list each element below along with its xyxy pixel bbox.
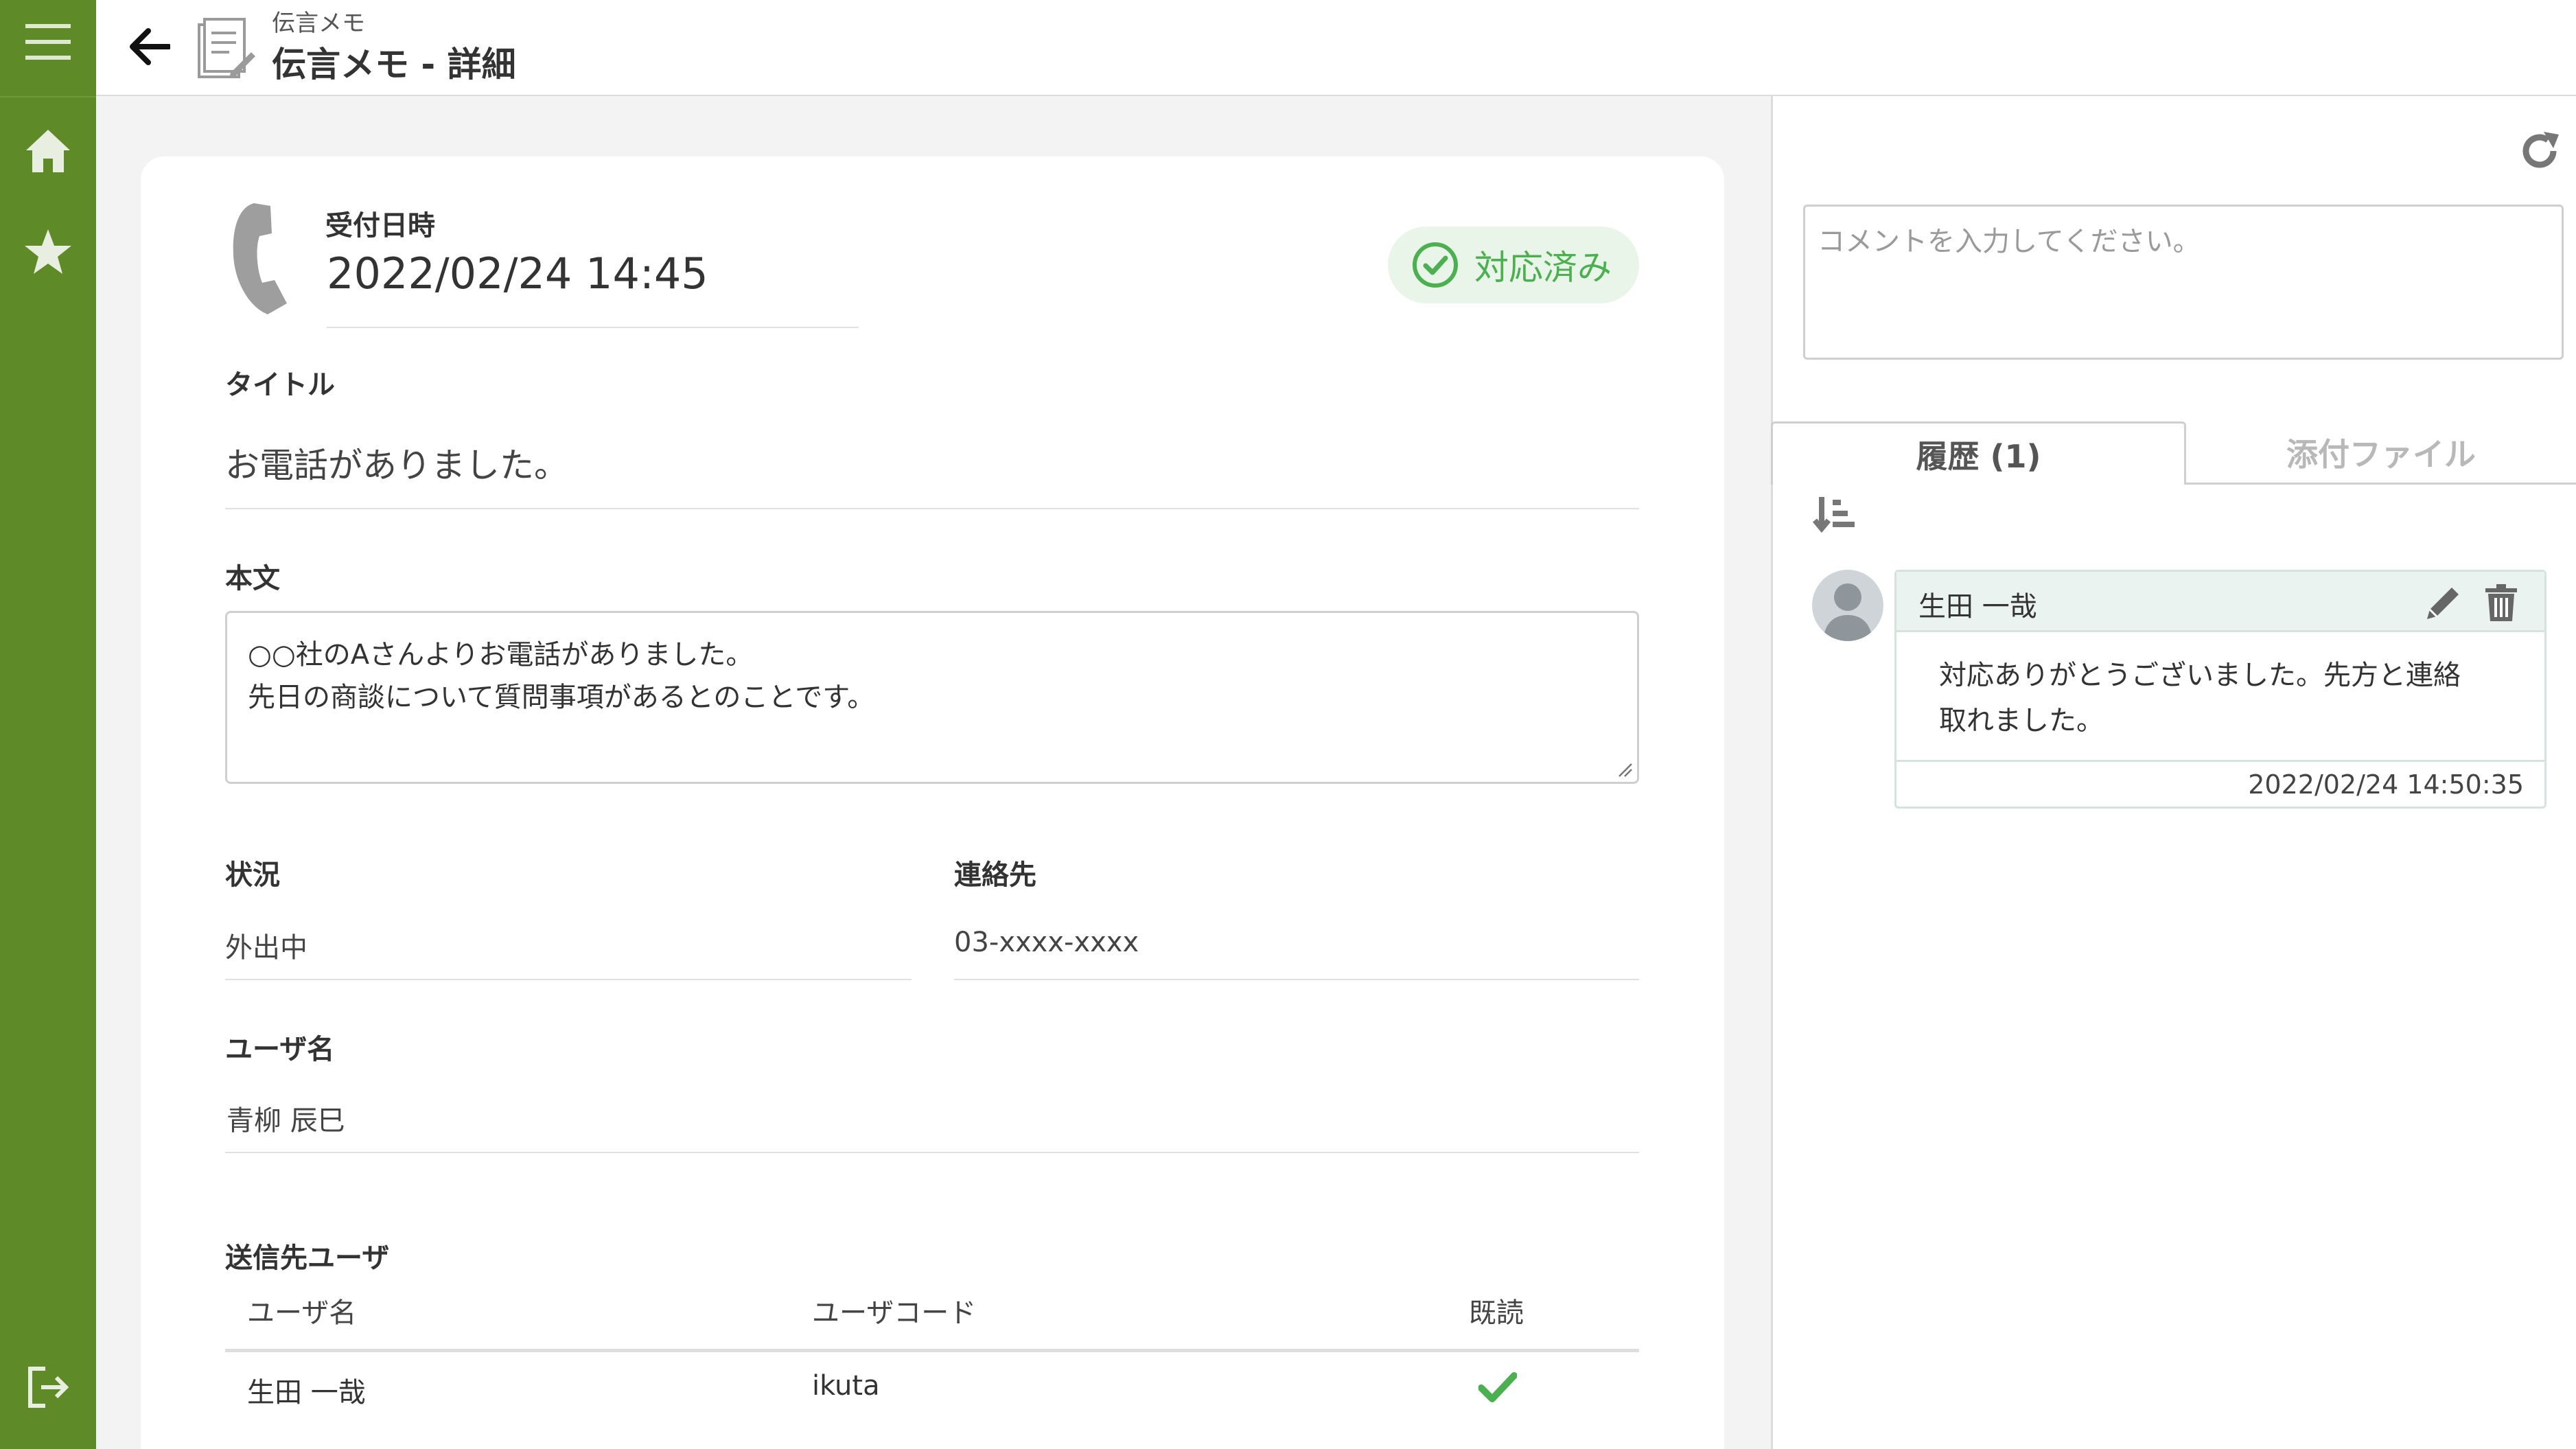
rail-divider (0, 96, 96, 97)
received-underline (327, 327, 859, 328)
logout-button[interactable] (0, 1349, 96, 1425)
situation-label: 状況 (225, 859, 280, 891)
home-icon (26, 130, 70, 172)
contact-label: 連絡先 (954, 859, 1036, 891)
status-text: 対応済み (1474, 248, 1612, 288)
situation-underline (225, 979, 912, 980)
received-datetime: 2022/02/24 14:45 (327, 248, 708, 299)
star-icon (25, 229, 71, 274)
username-value: 青柳 辰巳 (227, 1105, 345, 1137)
body-line: 先日の商談について質問事項があるとのことです。 (248, 682, 875, 713)
menu-icon (25, 24, 71, 60)
history-comment-line: 対応ありがとうございました。先方と連絡 (1939, 660, 2461, 691)
comment-input[interactable] (1803, 205, 2564, 360)
pencil-icon (2427, 588, 2459, 619)
title-value: お電話がありました。 (225, 445, 568, 485)
tab-history[interactable]: 履歴 (1) (1771, 421, 2186, 485)
resize-grip-icon[interactable] (1616, 761, 1633, 778)
back-arrow-icon (130, 28, 170, 65)
edit-comment-button[interactable] (2420, 579, 2468, 627)
history-footer-divider (1896, 760, 2544, 762)
refresh-icon (2522, 132, 2559, 168)
table-header-divider (225, 1349, 1639, 1352)
situation-value: 外出中 (225, 932, 308, 964)
phone-icon (233, 203, 287, 314)
title-label: タイトル (225, 369, 335, 401)
trash-icon (2485, 584, 2517, 621)
sidebar (0, 0, 96, 1449)
body-line: ○○社のAさんよりお電話がありました。 (248, 639, 754, 671)
page-header: 伝言メモ 伝言メモ - 詳細 (96, 0, 2576, 96)
recipient-code: ikuta (812, 1370, 880, 1402)
status-badge: 対応済み (1388, 227, 1639, 303)
tab-attachments[interactable]: 添付ファイル (2186, 421, 2576, 485)
col-read: 既読 (1469, 1297, 1524, 1329)
body-textarea[interactable]: ○○社のAさんよりお電話がありました。 先日の商談について質問事項があるとのこと… (225, 611, 1639, 784)
sort-icon[interactable] (1812, 494, 1856, 538)
user-avatar-icon (1812, 570, 1883, 641)
received-label: 受付日時 (325, 210, 435, 242)
back-button[interactable] (117, 14, 183, 80)
page-title: 伝言メモ - 詳細 (272, 45, 516, 84)
username-label: ユーザ名 (225, 1034, 335, 1065)
breadcrumb: 伝言メモ (272, 10, 365, 37)
history-comment-body: 対応ありがとうございました。先方と連絡 取れました。 (1939, 653, 2461, 743)
check-circle-icon (1413, 242, 1458, 288)
history-entry: 生田 一哉 対応ありがとうございました。先方と連絡 取れました。 2022/02… (1894, 570, 2546, 809)
recipient-name: 生田 一哉 (247, 1377, 366, 1409)
checkmark-icon (1478, 1372, 1517, 1402)
history-comment-line: 取れました。 (1939, 705, 2104, 737)
delete-comment-button[interactable] (2477, 579, 2525, 627)
col-username: ユーザ名 (247, 1297, 357, 1329)
username-underline (225, 1152, 1639, 1153)
refresh-button[interactable] (2512, 124, 2567, 178)
menu-button[interactable] (0, 4, 96, 80)
logout-icon (28, 1367, 69, 1408)
history-entry-header: 生田 一哉 (1896, 572, 2544, 632)
home-button[interactable] (0, 113, 96, 189)
history-author: 生田 一哉 (1918, 591, 2037, 623)
history-timestamp: 2022/02/24 14:50:35 (2248, 769, 2524, 800)
favorites-button[interactable] (0, 214, 96, 290)
contact-underline (954, 979, 1639, 980)
title-underline (225, 508, 1639, 509)
body-label: 本文 (225, 563, 280, 594)
col-usercode: ユーザコード (812, 1297, 977, 1329)
contact-value: 03-xxxx-xxxx (954, 927, 1139, 958)
memo-document-icon (198, 18, 255, 78)
recipients-label: 送信先ユーザ (225, 1242, 390, 1274)
